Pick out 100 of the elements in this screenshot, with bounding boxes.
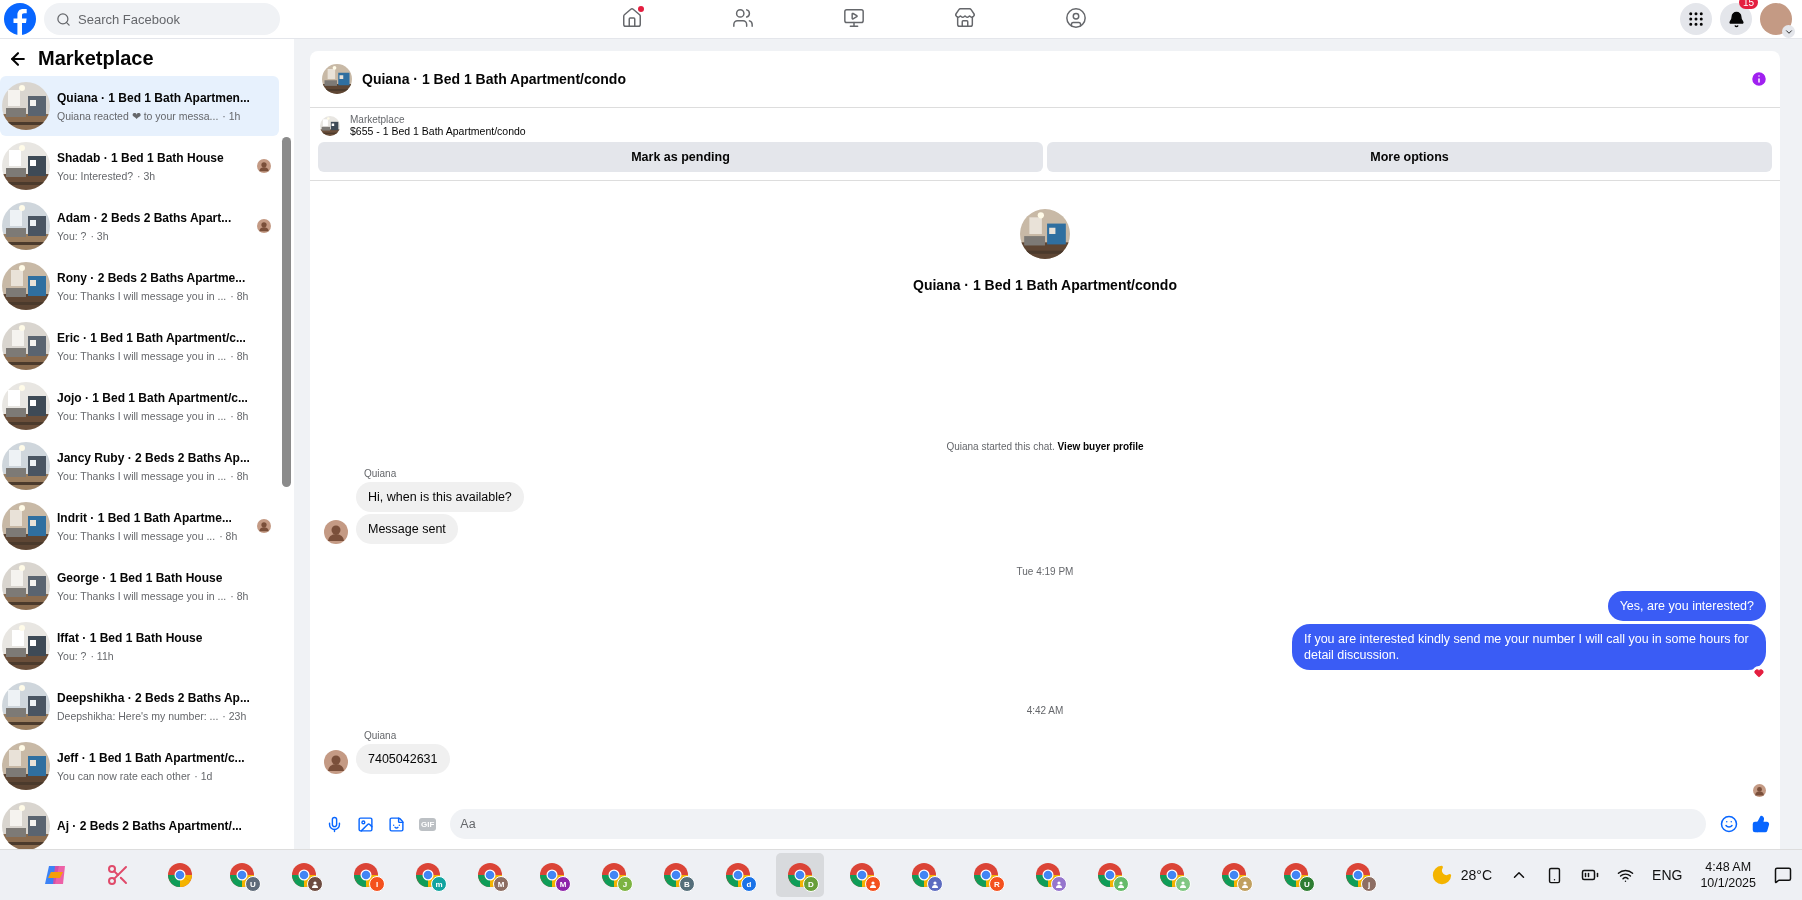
- person-icon: [931, 880, 939, 888]
- conversation-item[interactable]: Deepshikha · 2 Beds 2 Baths Ap... Deepshikha: Here's my number: ... · 23h: [0, 676, 279, 736]
- conversation-title: Shadab · 1 Bed 1 Bath House: [57, 150, 225, 166]
- taskbar-item[interactable]: d: [714, 853, 762, 897]
- person-icon: [1179, 880, 1187, 888]
- message-bubble: Yes, are you interested?: [1607, 591, 1766, 621]
- taskbar-item[interactable]: U: [218, 853, 266, 897]
- message-preview: You: Thanks I will message you in ...: [57, 409, 227, 422]
- profile-badge: B: [679, 876, 695, 892]
- profile-badge: d: [741, 876, 757, 892]
- conversation-item[interactable]: George · 1 Bed 1 Bath House You: Thanks I will message you in ... · 8h: [0, 556, 279, 616]
- conversation-item[interactable]: Shadab · 1 Bed 1 Bath House You: Interested? · 3h: [0, 136, 279, 196]
- scissors-icon[interactable]: [106, 863, 130, 887]
- action-button[interactable]: Mark as pending: [318, 142, 1043, 172]
- notification-icon[interactable]: [1774, 866, 1792, 884]
- conversation-item[interactable]: Indrit · 1 Bed 1 Bath Apartme... You: Thanks I will message you ... · 8h: [0, 496, 279, 556]
- message-bubble: If you are interested kindly send me your number I will call you in some hours for detail discussion.: [1292, 624, 1766, 670]
- taskbar-item[interactable]: U: [1272, 853, 1320, 897]
- language-indicator[interactable]: ENG: [1652, 867, 1683, 883]
- listing-label: Marketplace: [350, 114, 406, 125]
- groups-icon: [1065, 6, 1087, 29]
- bell-icon: [1727, 10, 1745, 28]
- message-preview: You: Thanks I will message you in ...: [57, 289, 227, 302]
- chat-title: Quiana · 1 Bed 1 Bath Apartment/condo: [362, 71, 626, 87]
- conversation-item[interactable]: Rony · 2 Beds 2 Baths Apartme... You: Thanks I will message you in ... · 8h: [0, 256, 279, 316]
- conversation-item[interactable]: Jancy Ruby · 2 Beds 2 Baths Ap... You: Thanks I will message you in ... · 8h: [0, 436, 279, 496]
- conversation-title: Quiana · 1 Bed 1 Bath Apartmen...: [57, 90, 250, 106]
- message-preview: Quiana reacted ❤ to your messa...: [57, 109, 219, 122]
- conversation-item[interactable]: Jojo · 1 Bed 1 Bath Apartment/c... You: Thanks I will message you in ... · 8h: [0, 376, 279, 436]
- conversation-title: Adam · 2 Beds 2 Baths Apart...: [57, 210, 233, 226]
- home-icon: [621, 6, 643, 29]
- listing-title[interactable]: $655 - 1 Bed 1 Bath Apartment/condo: [350, 125, 526, 137]
- like-icon[interactable]: [1752, 815, 1770, 833]
- conversation-item[interactable]: Adam · 2 Beds 2 Baths Apart... You: ? · 3h: [0, 196, 279, 256]
- message-preview: You: ?: [57, 649, 87, 662]
- conversation-item[interactable]: Jeff · 1 Bed 1 Bath Apartment/c... You can now rate each other · 1d: [0, 736, 279, 796]
- conversation-title: Jancy Ruby · 2 Beds 2 Baths Ap...: [57, 450, 250, 466]
- sender-name: Quiana: [364, 468, 398, 479]
- facebook-logo[interactable]: [4, 3, 36, 35]
- microphone-icon[interactable]: [326, 815, 343, 833]
- conversation-item[interactable]: Iffat · 1 Bed 1 Bath House You: ? · 11h: [0, 616, 279, 676]
- sender-name: Quiana: [364, 730, 398, 741]
- profile-badge: I: [369, 876, 385, 892]
- timestamp: Tue 4:19 PM: [1015, 566, 1075, 577]
- message-time: · 1h: [222, 109, 241, 122]
- message-preview: You: Thanks I will message you in ...: [57, 349, 227, 362]
- taskbar-item[interactable]: M: [466, 853, 514, 897]
- message-time: · 8h: [230, 349, 249, 362]
- listing-heading: Quiana · 1 Bed 1 Bath Apartment/condo: [913, 277, 1177, 293]
- sticker-icon[interactable]: [388, 815, 405, 833]
- message-bubble: 7405042631: [356, 744, 450, 774]
- message-time: · 8h: [219, 529, 238, 542]
- message-time: · 3h: [137, 169, 156, 182]
- profile-badge: J: [617, 876, 633, 892]
- action-button[interactable]: More options: [1047, 142, 1772, 172]
- message-time: · 23h: [222, 709, 247, 722]
- avatar-icon: [257, 219, 271, 233]
- menu-button[interactable]: [1680, 3, 1712, 35]
- message-bubble: Hi, when is this available?: [356, 482, 524, 512]
- message-time: · 8h: [230, 409, 249, 422]
- conversation-item[interactable]: Aj · 2 Beds 2 Baths Apartment/...: [0, 796, 279, 849]
- conversation-title: Rony · 2 Beds 2 Baths Apartme...: [57, 270, 247, 286]
- message-input[interactable]: Aa: [450, 809, 1706, 839]
- clock-date: 10/1/2025: [1700, 876, 1756, 890]
- taskbar-item[interactable]: j: [1334, 853, 1382, 897]
- conversation-title: Jojo · 1 Bed 1 Bath Apartment/c...: [57, 390, 249, 406]
- image-icon[interactable]: [357, 815, 374, 833]
- taskbar-item[interactable]: M: [528, 853, 576, 897]
- message-preview: Deepshikha: Here's my number: ...: [57, 709, 219, 722]
- conversation-item[interactable]: Eric · 1 Bed 1 Bath Apartment/c... You: Thanks I will message you in ... · 8h: [0, 316, 279, 376]
- message-time: · 8h: [230, 469, 249, 482]
- marketplace-icon: [954, 6, 976, 29]
- avatar-icon: [324, 750, 348, 774]
- person-icon: [1055, 880, 1063, 888]
- temperature[interactable]: 28°C: [1460, 867, 1493, 883]
- timestamp: 4:42 AM: [1025, 705, 1065, 716]
- search-field[interactable]: Search Facebook: [44, 3, 280, 35]
- avatar-icon: [324, 520, 348, 544]
- avatar-icon: [1753, 784, 1766, 797]
- emoji-icon[interactable]: [1720, 815, 1738, 833]
- message-time: · 11h: [90, 649, 114, 662]
- clock[interactable]: 4:48 AM 10/1/2025: [1700, 860, 1756, 890]
- profile-badge: U: [245, 876, 261, 892]
- person-icon: [869, 880, 877, 888]
- conversation-title: Indrit · 1 Bed 1 Bath Apartme...: [57, 510, 233, 526]
- notification-count: 15: [1738, 0, 1758, 9]
- conversation-title: George · 1 Bed 1 Bath House: [57, 570, 224, 586]
- profile-badge: m: [431, 876, 447, 892]
- info-icon[interactable]: [1750, 70, 1768, 88]
- conversation-item[interactable]: Quiana · 1 Bed 1 Bath Apartmen... Quiana reacted ❤ to your messa... · 1h: [0, 76, 279, 136]
- chrome-icon[interactable]: [167, 862, 193, 888]
- conversation-title: Jeff · 1 Bed 1 Bath Apartment/c...: [57, 750, 246, 766]
- person-icon: [1241, 880, 1249, 888]
- taskbar-item[interactable]: B: [652, 853, 700, 897]
- conversation-title: Aj · 2 Beds 2 Baths Apartment/...: [57, 818, 243, 834]
- friends-icon: [732, 6, 754, 29]
- profile-badge: j: [1361, 876, 1377, 892]
- grid-icon: [1687, 10, 1705, 28]
- buyer-profile-link[interactable]: View buyer profile: [1057, 441, 1144, 452]
- message-time: · 3h: [90, 229, 109, 242]
